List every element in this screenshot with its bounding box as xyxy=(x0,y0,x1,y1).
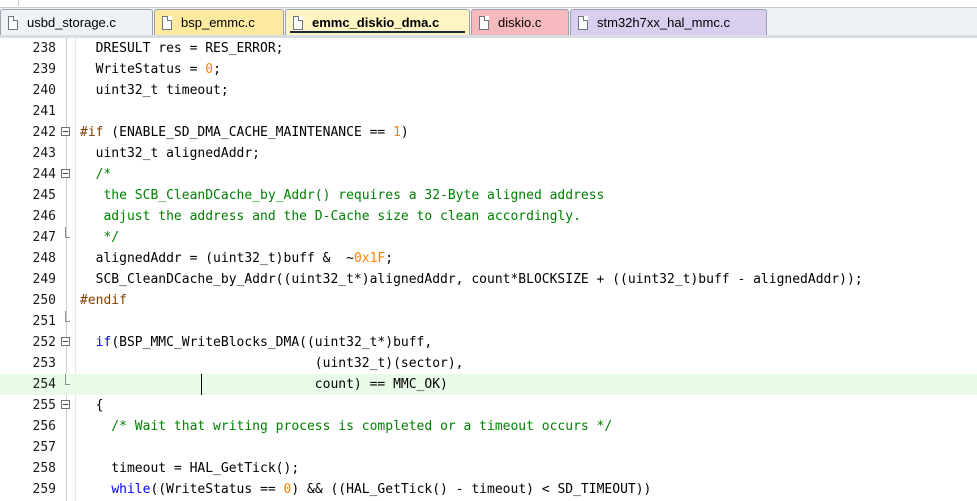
line-number: 246 xyxy=(32,209,56,224)
line-number: 258 xyxy=(32,461,56,476)
code-text: uint32_t alignedAddr; xyxy=(80,146,261,161)
tab-stm32h7xx-hal-mmc[interactable]: stm32h7xx_hal_mmc.c xyxy=(570,9,767,35)
line-number: 259 xyxy=(32,482,56,497)
file-icon xyxy=(479,15,489,30)
tab-label: emmc_diskio_dma.c xyxy=(312,15,440,30)
code-text: if(BSP_MMC_WriteBlocks_DMA((uint32_t*)bu… xyxy=(95,335,433,350)
line-number: 251 xyxy=(32,314,56,329)
tab-bar: usbd_storage.c bsp_emmc.c emmc_diskio_dm… xyxy=(0,0,977,38)
line-number: 238 xyxy=(32,41,56,56)
fold-minus-icon[interactable] xyxy=(61,400,70,409)
code-line[interactable]: 239 WriteStatus = 0; xyxy=(0,59,977,80)
line-number: 247 xyxy=(32,230,56,245)
code-line[interactable]: 259 while((WriteStatus == 0) && ((HAL_Ge… xyxy=(0,479,977,500)
code-text: */ xyxy=(80,230,120,245)
code-text: uint32_t timeout; xyxy=(80,83,229,98)
line-number: 243 xyxy=(32,146,56,161)
code-text: (uint32_t)(sector), xyxy=(80,356,464,371)
code-text: the SCB_CleanDCache_by_Addr() requires a… xyxy=(80,188,605,203)
code-line[interactable]: 254 count) == MMC_OK) xyxy=(0,374,977,395)
line-number: 239 xyxy=(32,62,56,77)
line-number: 250 xyxy=(32,293,56,308)
tab-label: usbd_storage.c xyxy=(27,15,116,30)
file-icon xyxy=(8,15,18,30)
tab-label: stm32h7xx_hal_mmc.c xyxy=(597,15,730,30)
text-caret xyxy=(201,374,202,395)
tab-emmc-diskio-dma[interactable]: emmc_diskio_dma.c xyxy=(285,9,470,35)
code-editor[interactable]: 238 DRESULT res = RES_ERROR; 239 WriteSta… xyxy=(0,38,977,501)
line-number: 256 xyxy=(32,419,56,434)
file-icon xyxy=(162,15,172,30)
file-icon xyxy=(293,15,303,30)
code-line[interactable]: 248 alignedAddr = (uint32_t)buff & ~0x1F… xyxy=(0,248,977,269)
code-text: /* Wait that writing process is complete… xyxy=(80,419,613,434)
code-line[interactable]: 241 xyxy=(0,101,977,122)
code-line[interactable]: 251 xyxy=(0,311,977,332)
line-number: 252 xyxy=(32,335,56,350)
line-number: 255 xyxy=(32,398,56,413)
code-text: WriteStatus = 0; xyxy=(80,62,221,77)
code-line[interactable]: 238 DRESULT res = RES_ERROR; xyxy=(0,38,977,59)
fold-minus-icon[interactable] xyxy=(61,337,70,346)
line-number: 245 xyxy=(32,188,56,203)
code-line[interactable]: 246 adjust the address and the D-Cache s… xyxy=(0,206,977,227)
line-number: 248 xyxy=(32,251,56,266)
line-number: 240 xyxy=(32,83,56,98)
tab-label: bsp_emmc.c xyxy=(181,15,255,30)
code-line[interactable]: 244 /* xyxy=(0,164,977,185)
tab-bsp-emmc[interactable]: bsp_emmc.c xyxy=(154,9,284,35)
fold-end-marker xyxy=(65,374,70,385)
fold-end-marker xyxy=(65,227,70,238)
code-text: timeout = HAL_GetTick(); xyxy=(80,461,300,476)
code-line[interactable]: 258 timeout = HAL_GetTick(); xyxy=(0,458,977,479)
fold-minus-icon[interactable] xyxy=(61,127,70,136)
code-line[interactable]: 253 (uint32_t)(sector), xyxy=(0,353,977,374)
code-line[interactable]: 242 #if (ENABLE_SD_DMA_CACHE_MAINTENANCE … xyxy=(0,122,977,143)
line-number: 249 xyxy=(32,272,56,287)
line-number: 257 xyxy=(32,440,56,455)
code-line[interactable]: 249 SCB_CleanDCache_by_Addr((uint32_t*)a… xyxy=(0,269,977,290)
fold-end-marker xyxy=(65,311,70,322)
line-number: 241 xyxy=(32,104,56,119)
code-text: adjust the address and the D-Cache size … xyxy=(80,209,581,224)
fold-minus-icon[interactable] xyxy=(61,169,70,178)
code-text: alignedAddr = (uint32_t)buff & ~0x1F; xyxy=(80,251,394,266)
code-line[interactable]: 252 if(BSP_MMC_WriteBlocks_DMA((uint32_t… xyxy=(0,332,977,353)
code-line[interactable]: 243 uint32_t alignedAddr; xyxy=(0,143,977,164)
file-icon xyxy=(578,15,588,30)
code-text: { xyxy=(80,398,104,413)
line-number: 244 xyxy=(32,167,56,182)
tab-diskio[interactable]: diskio.c xyxy=(471,9,569,35)
code-text: /* xyxy=(80,167,112,182)
code-text: #if (ENABLE_SD_DMA_CACHE_MAINTENANCE == … xyxy=(80,125,409,140)
code-line[interactable]: 255 { xyxy=(0,395,977,416)
code-line[interactable]: 240 uint32_t timeout; xyxy=(0,80,977,101)
line-number: 254 xyxy=(32,377,56,392)
code-text: count) == MMC_OK) xyxy=(80,377,448,392)
tab-bar-top-strip xyxy=(0,0,977,8)
code-line[interactable]: 245 the SCB_CleanDCache_by_Addr() requir… xyxy=(0,185,977,206)
tab-usbd-storage[interactable]: usbd_storage.c xyxy=(0,9,153,35)
active-tab-underline xyxy=(290,31,465,33)
code-text: DRESULT res = RES_ERROR; xyxy=(80,41,284,56)
line-number: 253 xyxy=(32,356,56,371)
line-number: 242 xyxy=(32,125,56,140)
code-line[interactable]: 256 /* Wait that writing process is comp… xyxy=(0,416,977,437)
code-line[interactable]: 247 */ xyxy=(0,227,977,248)
code-text: while((WriteStatus == 0) && ((HAL_GetTic… xyxy=(111,482,652,497)
code-text: SCB_CleanDCache_by_Addr((uint32_t*)align… xyxy=(80,272,863,287)
tab-label: diskio.c xyxy=(498,15,542,30)
code-line[interactable]: 250 #endif xyxy=(0,290,977,311)
code-text: #endif xyxy=(80,293,127,308)
code-line[interactable]: 257 xyxy=(0,437,977,458)
